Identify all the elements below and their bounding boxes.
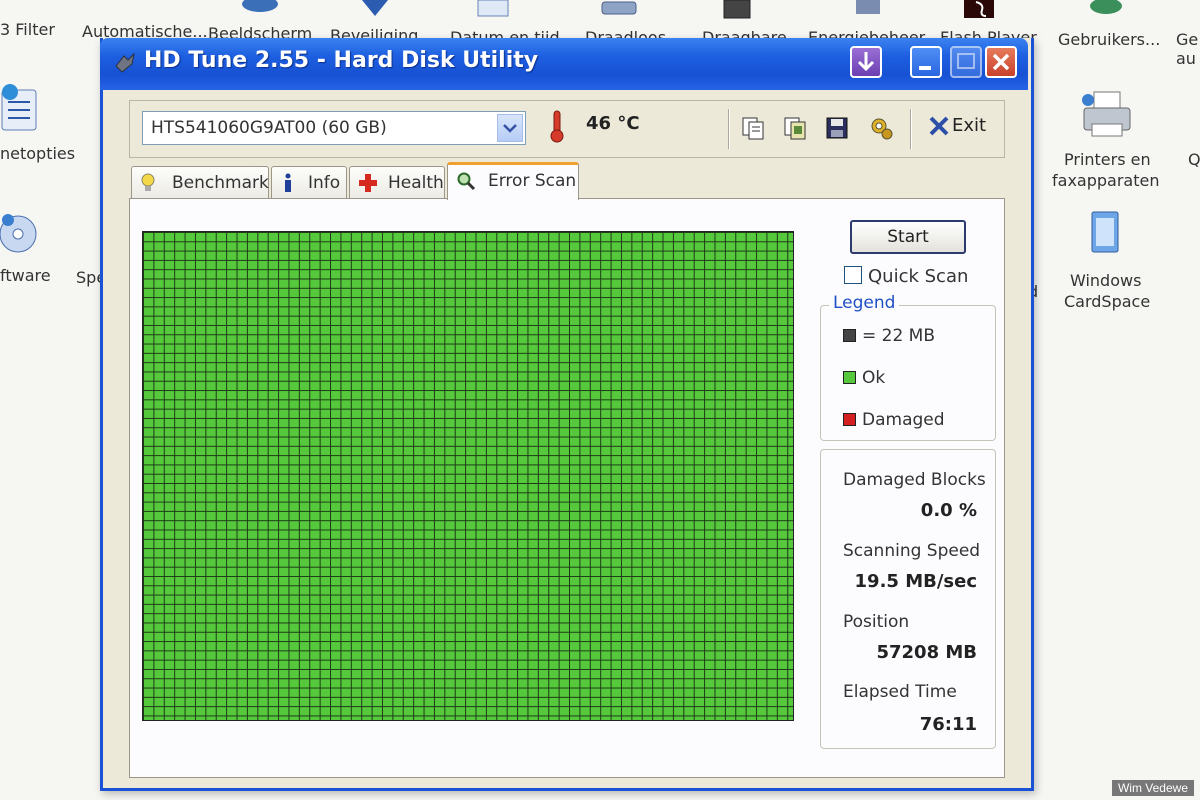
minimize-button[interactable] <box>910 46 942 78</box>
legend-label: Ok <box>862 368 886 388</box>
close-icon <box>992 53 1010 71</box>
photo-credit: Wim Vedewe <box>1111 780 1194 796</box>
legend-item-ok: Ok <box>843 368 885 388</box>
desktop-icon-label[interactable]: netopties <box>0 144 75 163</box>
position-value: 57208 MB <box>876 642 977 663</box>
app-icon[interactable] <box>114 52 136 74</box>
maximize-button[interactable] <box>950 46 982 78</box>
desktop-icon-label[interactable]: Windows <box>1070 271 1141 290</box>
calendar-icon[interactable] <box>476 0 512 20</box>
tab-label: Benchmark <box>172 173 269 193</box>
magnifier-icon <box>457 172 476 191</box>
toolbar: HTS541060G9AT00 (60 GB) 46 °C Exit <box>129 100 1005 158</box>
legend-label: Damaged <box>862 410 945 430</box>
download-button[interactable] <box>850 46 882 78</box>
quick-scan-label: Quick Scan <box>868 266 969 287</box>
cardspace-icon[interactable] <box>1086 208 1126 264</box>
legend-swatch <box>843 413 856 426</box>
toolbar-separator <box>728 109 730 149</box>
tab-error-scan[interactable]: Error Scan <box>447 162 579 200</box>
temperature-readout: 46 °C <box>586 113 640 134</box>
close-button[interactable] <box>985 46 1017 78</box>
info-icon <box>285 173 291 192</box>
block-map-grid <box>142 231 794 721</box>
flash-player-icon[interactable] <box>962 0 998 22</box>
tab-benchmark[interactable]: Benchmark <box>131 166 269 198</box>
desktop-icon-partial[interactable] <box>240 0 280 16</box>
hd-tune-window: HD Tune 2.55 - Hard Disk Utility HTS5410… <box>100 38 1034 791</box>
quick-scan-option[interactable]: Quick Scan <box>844 266 968 287</box>
drive-selected-value: HTS541060G9AT00 (60 GB) <box>151 118 387 138</box>
start-button[interactable]: Start <box>850 220 966 254</box>
desktop-icon-partial[interactable] <box>360 0 390 16</box>
thermometer-icon <box>550 110 564 143</box>
toolbar-separator <box>910 109 912 149</box>
arrow-down-icon <box>857 52 875 72</box>
network-options-icon[interactable] <box>0 84 40 136</box>
desktop-icon-label[interactable]: Printers en <box>1064 150 1151 169</box>
red-cross-icon <box>359 174 377 192</box>
legend-group: Legend = 22 MB Ok Damaged <box>820 293 996 441</box>
copy-screenshot-icon[interactable] <box>782 115 808 141</box>
title-bar[interactable]: HD Tune 2.55 - Hard Disk Utility <box>100 38 1028 90</box>
users-icon[interactable] <box>1086 0 1126 16</box>
wireless-icon[interactable] <box>600 0 640 20</box>
exit-button[interactable]: Exit <box>952 115 986 136</box>
desktop-icon-label[interactable]: Ge au <box>1176 30 1200 68</box>
maximize-icon <box>957 53 975 69</box>
desktop-icon-label[interactable]: Q <box>1188 150 1200 169</box>
scanning-speed-value: 19.5 MB/sec <box>854 571 977 592</box>
save-icon[interactable] <box>824 115 850 141</box>
scanning-speed-label: Scanning Speed <box>843 541 981 561</box>
lightbulb-icon <box>141 173 155 191</box>
position-label: Position <box>843 612 910 632</box>
copy-icon[interactable] <box>740 115 766 141</box>
tab-label: Error Scan <box>488 171 577 191</box>
desktop-icon-label[interactable]: faxapparaten <box>1052 171 1159 190</box>
dropdown-arrow-button[interactable] <box>497 114 523 142</box>
tab-label: Health <box>388 173 444 193</box>
legend-label: = 22 MB <box>862 326 936 346</box>
scan-statistics-group: Damaged Blocks 0.0 % Scanning Speed 19.5… <box>820 449 996 749</box>
options-gear-icon[interactable] <box>868 115 894 141</box>
desktop-icon-label[interactable]: Gebruikers... <box>1058 30 1160 49</box>
desktop-icon-label[interactable]: 3 Filter <box>0 20 55 39</box>
minimize-icon <box>919 66 931 70</box>
damaged-blocks-label: Damaged Blocks <box>843 470 986 490</box>
desktop-icon-label[interactable]: ftware <box>0 266 51 285</box>
tab-info[interactable]: Info <box>271 166 347 198</box>
legend-title: Legend <box>829 293 900 313</box>
quick-scan-checkbox[interactable] <box>844 266 862 284</box>
legend-swatch <box>843 371 856 384</box>
power-icon[interactable] <box>850 0 890 20</box>
error-scan-panel: Start Quick Scan Legend = 22 MB Ok Damag… <box>129 198 1005 778</box>
damaged-blocks-value: 0.0 % <box>920 500 977 521</box>
portable-device-icon[interactable] <box>720 0 756 22</box>
legend-item-damaged: Damaged <box>843 410 945 430</box>
legend-item-block-size: = 22 MB <box>843 326 935 346</box>
tab-health[interactable]: Health <box>349 166 445 198</box>
elapsed-time-label: Elapsed Time <box>843 682 957 702</box>
exit-x-icon[interactable] <box>928 115 950 137</box>
window-title: HD Tune 2.55 - Hard Disk Utility <box>144 48 539 73</box>
software-cd-icon[interactable] <box>0 206 42 260</box>
elapsed-time-value: 76:11 <box>919 714 977 735</box>
printer-icon[interactable] <box>1080 90 1136 140</box>
legend-swatch <box>843 329 856 342</box>
desktop-icon-label[interactable]: CardSpace <box>1064 292 1150 311</box>
tab-label: Info <box>308 173 341 193</box>
chevron-down-icon <box>503 124 517 133</box>
drive-dropdown[interactable]: HTS541060G9AT00 (60 GB) <box>142 111 526 145</box>
